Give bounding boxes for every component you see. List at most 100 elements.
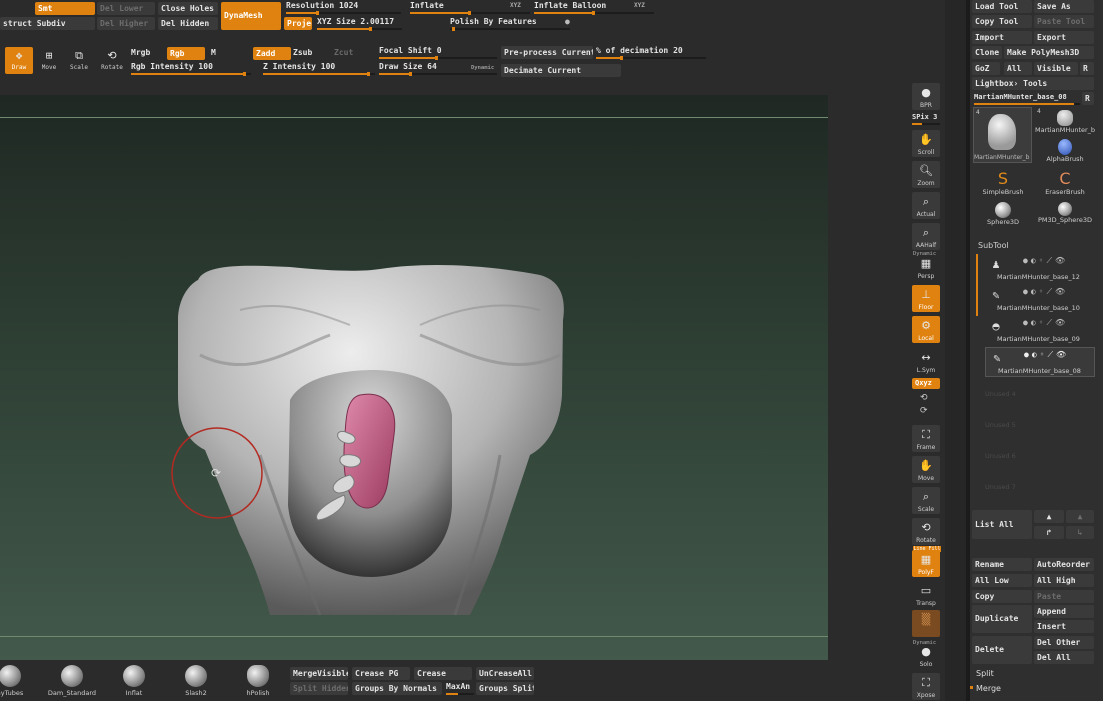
crease-pg-button[interactable]: Crease PG [352,667,410,680]
persp-button[interactable]: ▦ Persp [912,254,940,281]
copy-subtool-button[interactable]: Copy [972,590,1032,603]
subtool-visibility-icons-0[interactable]: ●◐◦⟋👁︎ [1023,256,1068,266]
m-button[interactable]: M [211,48,216,57]
save-as-button[interactable]: Save As [1034,0,1094,13]
aahalf-button[interactable]: ⌕ AAHalf [912,223,940,250]
subtool-item-0[interactable]: ♟ ●◐◦⟋👁︎ MartianMHunter_base_12 [985,254,1095,284]
crease-button[interactable]: Crease [414,667,472,680]
merge-down-button[interactable]: ↱ [1034,526,1064,539]
paste-tool-button[interactable]: Paste Tool [1034,15,1094,28]
del-other-button[interactable]: Del Other [1034,636,1094,649]
insert-button[interactable]: Insert [1034,620,1094,633]
clone-button[interactable]: Clone [972,46,1002,59]
dynamesh-button[interactable]: DynaMesh [221,2,281,30]
draw-button[interactable]: ✥ Draw [5,47,33,74]
groups-by-normals-button[interactable]: Groups By Normals [352,682,442,695]
subtool-empty-1[interactable]: Unused 5 [985,421,1016,429]
all-low-button[interactable]: All Low [972,574,1032,587]
brush-claytubes[interactable]: ayTubes [0,665,40,699]
rotate-mode-button[interactable]: ⟲ Rotate [98,47,126,74]
make-polymesh-button[interactable]: Make PolyMesh3D [1004,46,1094,59]
tool-thumb-pm3d-sphere[interactable]: PM3D_Sphere3D [1035,202,1095,232]
zoom-button[interactable]: 🔍︎ Zoom [912,161,940,188]
del-all-button[interactable]: Del All [1034,651,1094,664]
inflate-balloon-slider[interactable]: Inflate Balloon XYZ [534,1,654,15]
scroll-button[interactable]: ✋ Scroll [912,130,940,157]
brush-inflat[interactable]: Inflat [104,665,164,699]
del-lower-button[interactable]: Del Lower [97,2,155,15]
polyf-button[interactable]: ▦ PolyF [912,550,940,577]
paste-subtool-button[interactable]: Paste [1034,590,1094,603]
local-button[interactable]: ⚙ Local [912,316,940,343]
goz-visible-button[interactable]: Visible [1034,62,1078,75]
zadd-button[interactable]: Zadd [253,47,291,60]
ghost-button[interactable]: ▒ [912,610,940,637]
brush-hpolish[interactable]: hPolish [228,665,288,699]
zsub-button[interactable]: Zsub [293,48,312,57]
xyz-size-slider[interactable]: XYZ Size 2.00117 [317,17,402,31]
xpose-button[interactable]: ⛶ Xpose [912,673,940,700]
solo-button[interactable]: ● Solo [912,642,940,669]
mergevisible-button[interactable]: MergeVisible [290,667,348,680]
tool-thumb-simplebrush[interactable]: S SimpleBrush [973,170,1033,200]
duplicate-button[interactable]: Duplicate [972,605,1032,633]
decimation-slider[interactable]: % of decimation 20 [596,46,706,60]
split-section-header[interactable]: Split [976,669,994,678]
goz-r-button[interactable]: R [1080,62,1094,75]
uncreaseall-button[interactable]: UnCreaseAll [476,667,534,680]
transp-button[interactable]: ▭ Transp [912,581,940,608]
z-intensity-slider[interactable]: Z Intensity 100 [263,62,375,76]
turn-down-button[interactable]: ↳ [1066,526,1094,539]
resolution-slider[interactable]: Resolution 1024 [286,1,401,15]
tool-thumb-selected[interactable]: 4 MartianMHunter_b [973,107,1032,163]
draw-size-slider[interactable]: Draw Size 64 Dynamic [379,62,497,76]
groups-split-button[interactable]: Groups Split [476,682,534,695]
subtool-empty-2[interactable]: Unused 6 [985,452,1016,460]
spix-slider[interactable]: SPix 3 [912,112,940,126]
rgb-button[interactable]: Rgb [167,47,205,60]
frame-button[interactable]: ⛶ Frame [912,425,940,452]
all-high-button[interactable]: All High [1034,574,1094,587]
viewport[interactable]: ⟳ [0,95,828,660]
tool-thumb-alphabrush[interactable]: AlphaBrush [1035,139,1095,169]
subtool-visibility-icons-1[interactable]: ●◐◦⟋👁︎ [1023,287,1068,297]
move-mode-button[interactable]: ⊞ Move [35,47,63,74]
del-higher-button[interactable]: Del Higher [97,17,155,30]
subtool-visibility-icons-2[interactable]: ●◐◦⟋👁︎ [1023,318,1068,328]
dynamic-label[interactable]: Dynamic [471,63,494,73]
current-tool-slider[interactable]: MartianMHunter_base_08 [974,92,1080,106]
subtool-empty-0[interactable]: Unused 4 [985,390,1016,398]
del-hidden-button[interactable]: Del Hidden [158,17,218,30]
zcut-button[interactable]: Zcut [334,48,353,57]
subtool-empty-3[interactable]: Unused 7 [985,483,1016,491]
brush-slash2[interactable]: Slash2 [166,665,226,699]
merge-section-header[interactable]: Merge [976,684,1001,693]
delete-button[interactable]: Delete [972,636,1032,664]
subtool-item-1[interactable]: ✎ ●◐◦⟋👁︎ MartianMHunter_base_10 [985,285,1095,315]
mrgb-button[interactable]: Mrgb [131,48,150,57]
focal-shift-slider[interactable]: Focal Shift 0 [379,46,497,60]
reconstruct-subdiv-button[interactable]: struct Subdiv [0,17,95,30]
brush-dam-standard[interactable]: Dam_Standard [42,665,102,699]
subtool-header[interactable]: SubTool [978,241,1009,250]
floor-button[interactable]: ⊥ Floor [912,285,940,312]
decimate-current-button[interactable]: Decimate Current [501,64,621,77]
subtool-item-2[interactable]: ◓ ●◐◦⟋👁︎ MartianMHunter_base_09 [985,316,1095,346]
copy-tool-button[interactable]: Copy Tool [972,15,1032,28]
preprocess-current-button[interactable]: Pre-process Current [501,46,593,59]
current-tool-r-button[interactable]: R [1082,92,1094,105]
move-down-disabled-button[interactable]: ▲ [1066,510,1094,523]
append-button[interactable]: Append [1034,605,1094,618]
smt-button[interactable]: Smt [35,2,95,15]
lightbox-tools-button[interactable]: Lightbox› Tools [972,77,1094,90]
move-view-button[interactable]: ✋ Move [912,456,940,483]
bpr-button[interactable]: ● BPR [912,83,940,110]
close-holes-button[interactable]: Close Holes [158,2,218,15]
subtool-item-3[interactable]: ✎ ●◐◦⟋👁︎ MartianMHunter_base_08 [985,347,1095,377]
goz-button[interactable]: GoZ [972,62,1000,75]
move-up-button[interactable]: ▲ [1034,510,1064,523]
rgb-intensity-slider[interactable]: Rgb Intensity 100 [131,62,251,76]
polish-by-features-slider[interactable]: Polish By Features [450,17,570,31]
rotate-z-icon[interactable]: ⟳ [920,406,928,416]
model-render[interactable]: ⟳ [0,95,828,660]
